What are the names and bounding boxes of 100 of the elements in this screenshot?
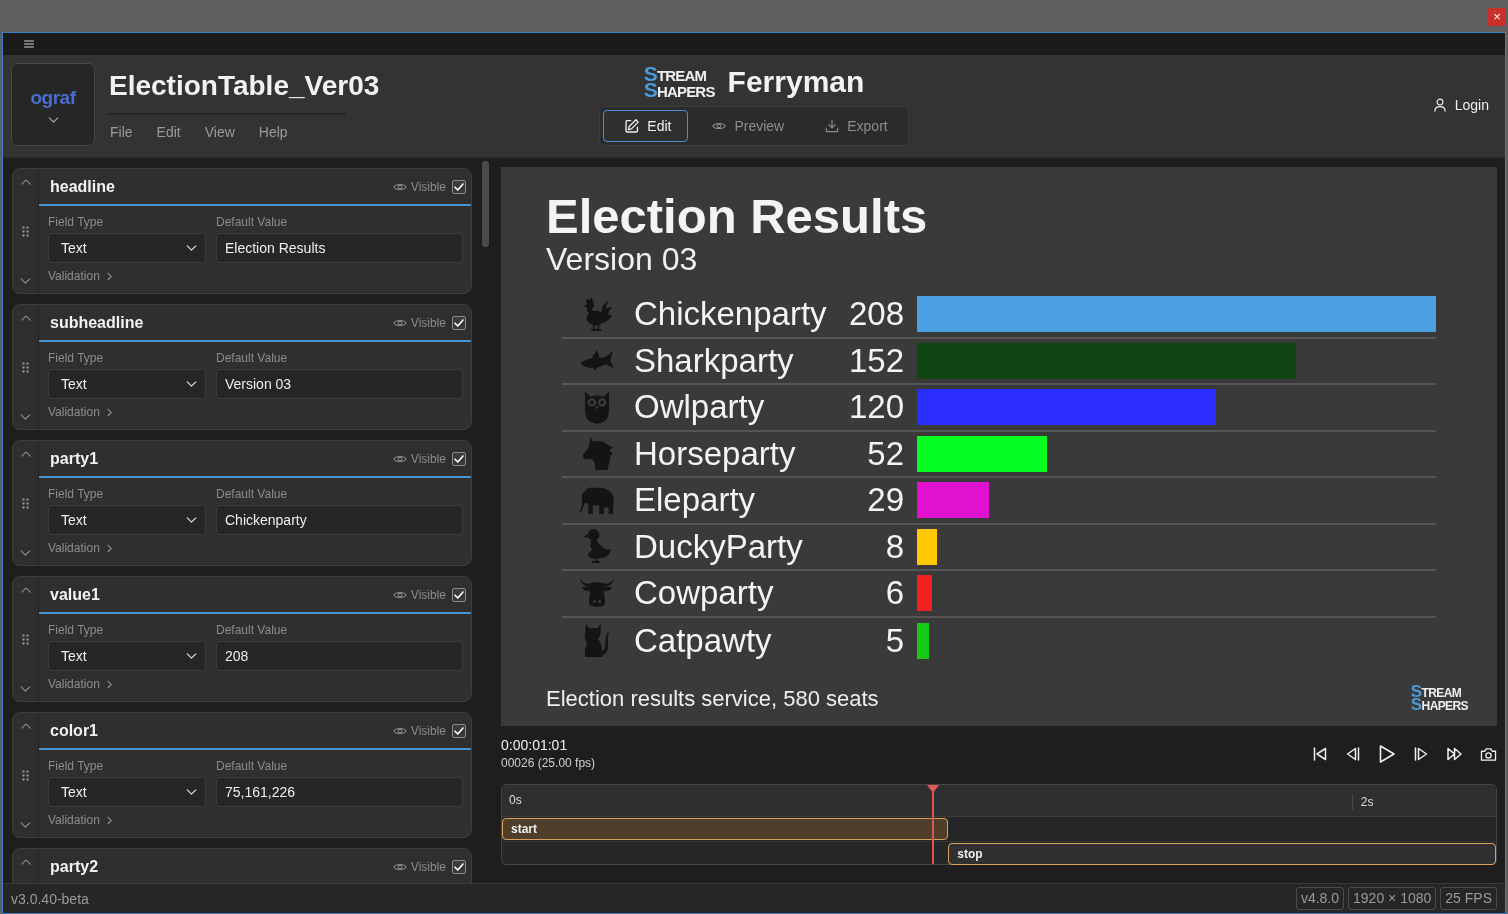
party-name: Horseparty: [634, 433, 796, 474]
timeline-clip[interactable]: start: [502, 818, 949, 840]
duck-icon: [582, 529, 612, 565]
menu-item[interactable]: Edit: [156, 123, 181, 141]
chevron-down-icon[interactable]: [20, 822, 31, 828]
visible-checkbox[interactable]: [452, 587, 466, 602]
field-type-select[interactable]: Text: [48, 369, 206, 399]
visible-checkbox[interactable]: [452, 179, 466, 194]
play-icon[interactable]: [1378, 744, 1396, 764]
drag-handle-icon[interactable]: [22, 226, 29, 237]
close-button[interactable]: ×: [1488, 8, 1506, 26]
chevron-up-icon[interactable]: [20, 723, 31, 729]
seat-count: 8: [885, 526, 904, 567]
seat-count: 5: [885, 620, 904, 661]
field-label: Default Value: [216, 487, 288, 502]
eye-icon: [392, 317, 407, 328]
field-name: color1: [50, 720, 98, 741]
frame-label: 00026 (25.00 fps): [501, 756, 596, 771]
drag-handle-icon[interactable]: [22, 770, 29, 781]
fast-forward-icon[interactable]: [1446, 746, 1463, 762]
default-value-field[interactable]: Election Results: [216, 233, 463, 263]
menu-item[interactable]: File: [110, 123, 133, 141]
chevron-up-icon[interactable]: [20, 587, 31, 593]
visible-label: Visible: [410, 451, 446, 466]
field-type-select[interactable]: Text: [48, 777, 206, 807]
visible-checkbox[interactable]: [452, 723, 466, 738]
chevron-up-icon[interactable]: [20, 179, 31, 185]
menu-item[interactable]: View: [204, 123, 235, 141]
timeline-clip[interactable]: stop: [948, 842, 1496, 865]
validation-toggle[interactable]: Validation: [48, 541, 112, 556]
party-name: Owlparty: [634, 387, 765, 428]
chevron-down-icon: [47, 117, 59, 123]
default-value-field[interactable]: 208: [216, 641, 463, 671]
horse-head-icon: [581, 436, 613, 472]
validation-toggle[interactable]: Validation: [48, 813, 112, 828]
chevron-up-icon[interactable]: [20, 451, 31, 457]
visible-checkbox[interactable]: [452, 859, 466, 874]
visible-label: Visible: [410, 859, 446, 874]
field-name: headline: [50, 176, 115, 197]
field-name: value1: [50, 584, 100, 605]
menu-icon[interactable]: [24, 40, 34, 48]
eye-icon: [392, 589, 407, 600]
visible-label: Visible: [410, 179, 446, 194]
download-icon: [825, 119, 840, 133]
field-label: Field Type: [48, 351, 104, 366]
chevron-down-icon[interactable]: [20, 550, 31, 556]
seat-count: 6: [885, 573, 904, 614]
login-button[interactable]: Login: [1433, 97, 1489, 113]
camera-icon[interactable]: [1480, 746, 1497, 762]
chevron-down-icon[interactable]: [20, 686, 31, 692]
field-name: subheadline: [50, 312, 144, 333]
seat-count: 208: [848, 294, 904, 335]
default-value-field[interactable]: 75,161,226: [216, 777, 463, 807]
field-type-select[interactable]: Text: [48, 641, 206, 671]
field-label: Field Type: [48, 759, 104, 774]
field-label: Default Value: [216, 759, 288, 774]
field-type-select[interactable]: Text: [48, 233, 206, 263]
chevron-right-icon: [106, 816, 112, 825]
status-badge: v4.8.0: [1295, 887, 1345, 910]
playhead-handle[interactable]: [927, 785, 940, 793]
default-value-field[interactable]: Version 03: [216, 369, 463, 399]
validation-toggle[interactable]: Validation: [48, 269, 112, 284]
eye-icon: [392, 861, 407, 872]
step-back-icon[interactable]: [1345, 746, 1361, 762]
timecode-label: 0:00:01:01: [501, 737, 568, 754]
drag-handle-icon[interactable]: [22, 498, 29, 509]
skip-to-start-icon[interactable]: [1312, 746, 1328, 762]
chevron-up-icon[interactable]: [20, 859, 31, 865]
seat-count: 52: [867, 433, 904, 474]
visible-checkbox[interactable]: [452, 315, 466, 330]
product-name: Ferryman: [727, 65, 865, 99]
cow-head-icon: [579, 577, 615, 610]
field-label: Field Type: [48, 487, 104, 502]
shark-icon: [579, 349, 615, 373]
field-type-select[interactable]: Text: [48, 505, 206, 535]
default-value-field[interactable]: Chickenparty: [216, 505, 463, 535]
step-forward-icon[interactable]: [1413, 746, 1429, 762]
chevron-down-icon[interactable]: [20, 414, 31, 420]
drag-handle-icon[interactable]: [22, 362, 29, 373]
party-name: DuckyParty: [634, 526, 803, 567]
graphic-footer-text: Election results service, 580 seats: [546, 686, 879, 712]
check-icon: [454, 182, 464, 191]
party-name: Eleparty: [634, 480, 756, 521]
chevron-down-icon[interactable]: [20, 278, 31, 284]
menu-item[interactable]: Help: [258, 123, 288, 141]
validation-toggle[interactable]: Validation: [48, 405, 112, 420]
ruler-label: 0s: [509, 793, 522, 808]
mode-tab[interactable]: Edit: [603, 110, 689, 142]
visible-checkbox[interactable]: [452, 451, 466, 466]
drag-handle-icon[interactable]: [22, 634, 29, 645]
mode-tab[interactable]: Preview: [690, 110, 802, 142]
party-name: Chickenparty: [634, 294, 827, 335]
visible-label: Visible: [410, 315, 446, 330]
field-label: Field Type: [48, 215, 104, 230]
validation-toggle[interactable]: Validation: [48, 677, 112, 692]
chevron-up-icon[interactable]: [20, 315, 31, 321]
party-name: Cowparty: [634, 573, 774, 614]
scrollbar-thumb[interactable]: [482, 161, 489, 247]
mode-tab[interactable]: Export: [803, 110, 905, 142]
logo-text: SHAPERS: [1410, 699, 1468, 712]
